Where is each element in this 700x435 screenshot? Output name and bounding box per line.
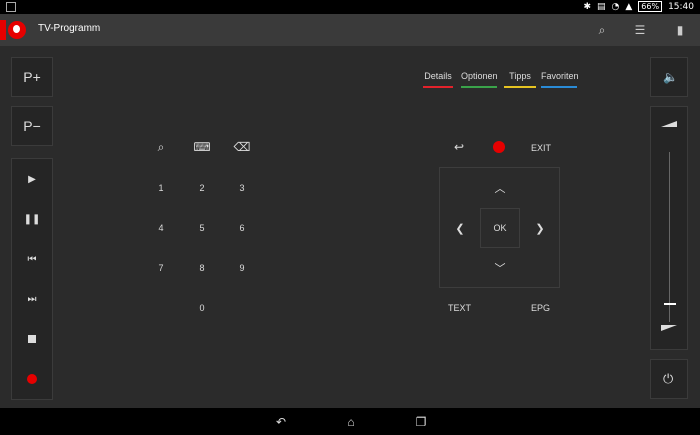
- chevron-right-icon: ❯: [535, 222, 545, 235]
- digit-7-button[interactable]: 7: [146, 258, 176, 278]
- tab-details[interactable]: Details: [423, 71, 453, 88]
- digit-6-button[interactable]: 6: [227, 218, 257, 238]
- dpad-down-button[interactable]: ﹀: [490, 258, 510, 278]
- menu-icon[interactable]: [0, 20, 6, 40]
- app-bar: TV-Programm ⌕ ☰ ▮: [0, 14, 700, 46]
- back-arrow-icon: ↩: [453, 140, 465, 154]
- status-icons: ✱ ▤ ◔ ▲ 66% 15:40: [583, 1, 694, 12]
- keypad-search-button[interactable]: ⌕: [146, 137, 176, 157]
- back-button[interactable]: ↩: [444, 137, 474, 157]
- digit-4-button[interactable]: 4: [146, 218, 176, 238]
- backspace-icon: ⌫: [233, 140, 251, 154]
- ok-button[interactable]: OK: [480, 208, 520, 248]
- volume-slider[interactable]: [650, 106, 688, 350]
- digit-2-button[interactable]: 2: [187, 178, 217, 198]
- vodafone-logo-icon: [8, 21, 26, 39]
- nav-recents-icon[interactable]: ❐: [413, 414, 429, 430]
- digit-9-button[interactable]: 9: [227, 258, 257, 278]
- signal-icon: ▲: [625, 1, 633, 12]
- speaker-icon: 🔈: [663, 70, 678, 84]
- clock: 15:40: [668, 1, 694, 12]
- stop-icon: [28, 335, 36, 343]
- keyboard-icon: ⌨: [193, 140, 211, 154]
- chevron-left-icon: ❮: [455, 222, 465, 235]
- pause-button[interactable]: ❚❚: [12, 199, 52, 239]
- play-icon: ▶: [28, 173, 36, 185]
- remote-icon[interactable]: ▮: [672, 22, 688, 38]
- stop-button[interactable]: [12, 319, 52, 359]
- dpad-right-button[interactable]: ❯: [530, 218, 550, 238]
- text-button[interactable]: TEXT: [448, 303, 471, 313]
- volume-down-icon: [661, 325, 677, 331]
- fast-forward-button[interactable]: ⏭: [12, 279, 52, 319]
- app-title: TV-Programm: [38, 23, 101, 34]
- digit-1-button[interactable]: 1: [146, 178, 176, 198]
- epg-button[interactable]: EPG: [531, 303, 550, 313]
- channel-down-button[interactable]: P−: [11, 106, 53, 146]
- volume-track: [669, 152, 670, 322]
- nav-back-icon[interactable]: ↶: [273, 414, 289, 430]
- exit-button[interactable]: EXIT: [531, 143, 551, 153]
- tab-optionen[interactable]: Optionen: [461, 71, 498, 88]
- power-button[interactable]: ⏻: [650, 359, 688, 399]
- tab-favoriten[interactable]: Favoriten: [541, 71, 579, 88]
- rewind-button[interactable]: ⏮: [12, 239, 52, 279]
- transport-controls: ▶ ❚❚ ⏮ ⏭: [11, 158, 53, 400]
- fast-forward-icon: ⏭: [27, 293, 37, 305]
- nfc-icon: ▤: [596, 1, 606, 12]
- rewind-icon: ⏮: [27, 253, 37, 265]
- volume-thumb[interactable]: [664, 303, 676, 305]
- search-icon[interactable]: ⌕: [594, 22, 610, 38]
- search-icon: ⌕: [157, 139, 165, 154]
- dpad-up-button[interactable]: ︿: [490, 178, 510, 198]
- vodafone-button[interactable]: [484, 137, 514, 157]
- record-icon: [27, 374, 37, 384]
- battery-indicator: 66%: [638, 1, 663, 12]
- play-button[interactable]: ▶: [12, 159, 52, 199]
- status-bar: ✱ ▤ ◔ ▲ 66% 15:40: [0, 0, 700, 14]
- bluetooth-icon: ✱: [583, 1, 591, 12]
- mute-button[interactable]: 🔈: [650, 57, 688, 97]
- volume-up-icon: [661, 121, 677, 127]
- notification-icon: [6, 2, 16, 12]
- tab-tipps[interactable]: Tipps: [504, 71, 536, 88]
- keyboard-button[interactable]: ⌨: [187, 137, 217, 157]
- digit-8-button[interactable]: 8: [187, 258, 217, 278]
- record-button[interactable]: [12, 359, 52, 399]
- nav-home-icon[interactable]: ⌂: [343, 414, 359, 430]
- digit-3-button[interactable]: 3: [227, 178, 257, 198]
- dpad: ︿ ﹀ ❮ ❯ OK: [439, 167, 560, 288]
- wifi-icon: ◔: [611, 1, 620, 12]
- system-nav-bar: ↶ ⌂ ❐: [0, 408, 700, 435]
- digit-5-button[interactable]: 5: [187, 218, 217, 238]
- backspace-button[interactable]: ⌫: [227, 137, 257, 157]
- channel-up-button[interactable]: P+: [11, 57, 53, 97]
- pause-icon: ❚❚: [23, 213, 41, 225]
- digit-0-button[interactable]: 0: [187, 298, 217, 318]
- chevron-up-icon: ︿: [494, 183, 506, 195]
- power-icon: ⏻: [663, 371, 674, 386]
- list-view-icon[interactable]: ☰: [632, 22, 648, 38]
- vodafone-logo-icon: [493, 141, 505, 153]
- chevron-down-icon: ﹀: [494, 263, 506, 275]
- dpad-left-button[interactable]: ❮: [450, 218, 470, 238]
